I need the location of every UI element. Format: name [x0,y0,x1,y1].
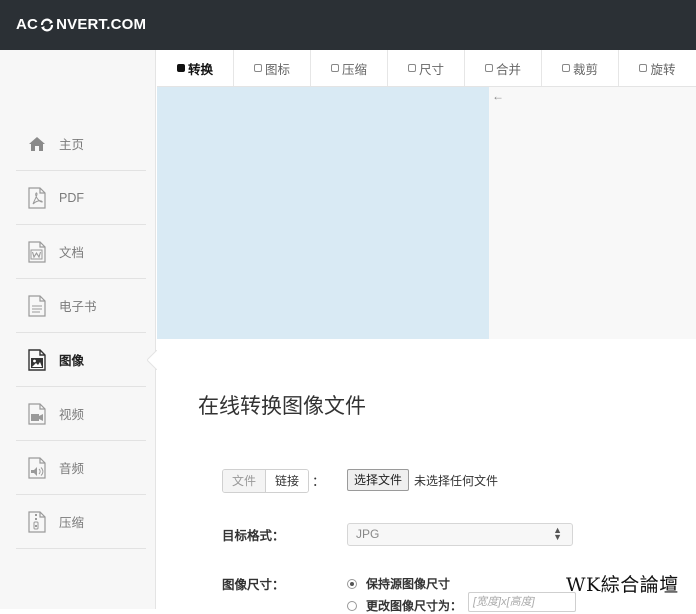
page-title: 在线转换图像文件 [198,395,366,418]
chevron-up-down-icon: ▲ ▼ [553,525,562,542]
site-logo[interactable]: AC NVERT.COM [16,16,146,33]
tab-label: 压缩 [341,62,367,77]
checkbox-icon [330,64,339,72]
tab-label: 合并 [495,62,521,77]
home-icon [26,133,48,155]
top-header: AC NVERT.COM [0,0,696,50]
tab-compress[interactable]: 压缩 [311,50,388,86]
sidebar-item-label: 视频 [59,408,85,422]
sidebar-item-audio[interactable]: 音频 [16,441,146,495]
source-file-tab[interactable]: 文件 [223,470,267,492]
sidebar-item-label: 音频 [59,462,85,476]
choose-file-button[interactable]: 选择文件 [347,469,410,491]
target-format-select[interactable]: JPG ▲ ▼ [347,523,573,546]
logo-prefix: AC [16,16,39,33]
target-format-value: JPG [356,527,380,541]
tab-label: 旋转 [650,62,676,77]
sidebar-item-label: 主页 [59,138,85,152]
change-size-label: 更改图像尺寸为： [366,599,463,613]
source-link-tab[interactable]: 链接 [266,470,309,492]
tab-label: 裁剪 [572,62,598,77]
sidebar-item-label: 压缩 [59,516,85,530]
tab-icon[interactable]: 图标 [234,50,311,86]
source-toggle: 文件 链接 [222,469,310,493]
sidebar-item-pdf[interactable]: PDF [16,171,146,225]
logo-suffix: NVERT.COM [56,16,147,33]
tab-label: 图标 [264,62,290,77]
checkbox-icon [253,64,262,72]
tab-label: 转换 [187,62,213,77]
target-format-label: 目标格式： [222,529,285,543]
banner-side-panel [489,87,696,339]
tool-tabs: 转换 图标 压缩 尺寸 合并 裁剪 旋转 [157,50,696,87]
source-colon: ： [312,474,326,489]
ebook-icon [26,294,48,317]
radio-selected-icon [347,578,357,589]
pdf-icon [26,186,48,209]
checkbox-icon [484,64,493,72]
keep-size-radio[interactable]: 保持源图像尺寸 [347,575,450,592]
tab-rotate[interactable]: 旋转 [619,50,696,86]
tab-convert[interactable]: 转换 [157,50,234,86]
sidebar-item-video[interactable]: 视频 [16,387,146,441]
sidebar-item-document[interactable]: 文档 [16,225,146,279]
tab-resize[interactable]: 尺寸 [388,50,465,86]
image-size-label: 图像尺寸： [222,578,285,592]
file-status-text: 未选择任何文件 [414,474,499,488]
tab-merge[interactable]: 合并 [465,50,542,86]
image-icon [26,348,48,371]
sidebar-item-home[interactable]: 主页 [16,117,146,171]
word-doc-icon [26,240,48,263]
audio-icon [26,456,48,479]
tab-crop[interactable]: 裁剪 [542,50,619,86]
checkbox-icon [561,64,570,72]
sidebar-item-label: 图像 [59,354,85,368]
watermark: WK綜合論壇 [566,574,679,596]
sidebar-item-image[interactable]: 图像 [16,333,146,387]
back-arrow-icon[interactable]: ← [492,89,504,103]
sidebar-item-ebook[interactable]: 电子书 [16,279,146,333]
archive-icon [26,510,48,533]
sidebar-item-label: 电子书 [59,300,97,314]
radio-unselected-icon [347,600,357,611]
active-indicator [147,350,157,370]
banner-ad[interactable] [157,87,489,339]
logo-swirl-icon [40,18,54,31]
checkbox-icon [639,64,648,72]
keep-size-label: 保持源图像尺寸 [366,577,451,591]
sidebar-item-archive[interactable]: 压缩 [16,495,146,549]
checkbox-icon [407,64,416,72]
tab-label: 尺寸 [418,62,444,77]
sidebar-item-label: 文档 [59,246,85,260]
checkbox-icon [176,64,185,72]
video-icon [26,402,48,425]
change-size-radio[interactable]: 更改图像尺寸为： [347,597,462,614]
size-input[interactable]: [宽度]x[高度] [468,592,576,612]
sidebar-item-label: PDF [59,190,84,205]
